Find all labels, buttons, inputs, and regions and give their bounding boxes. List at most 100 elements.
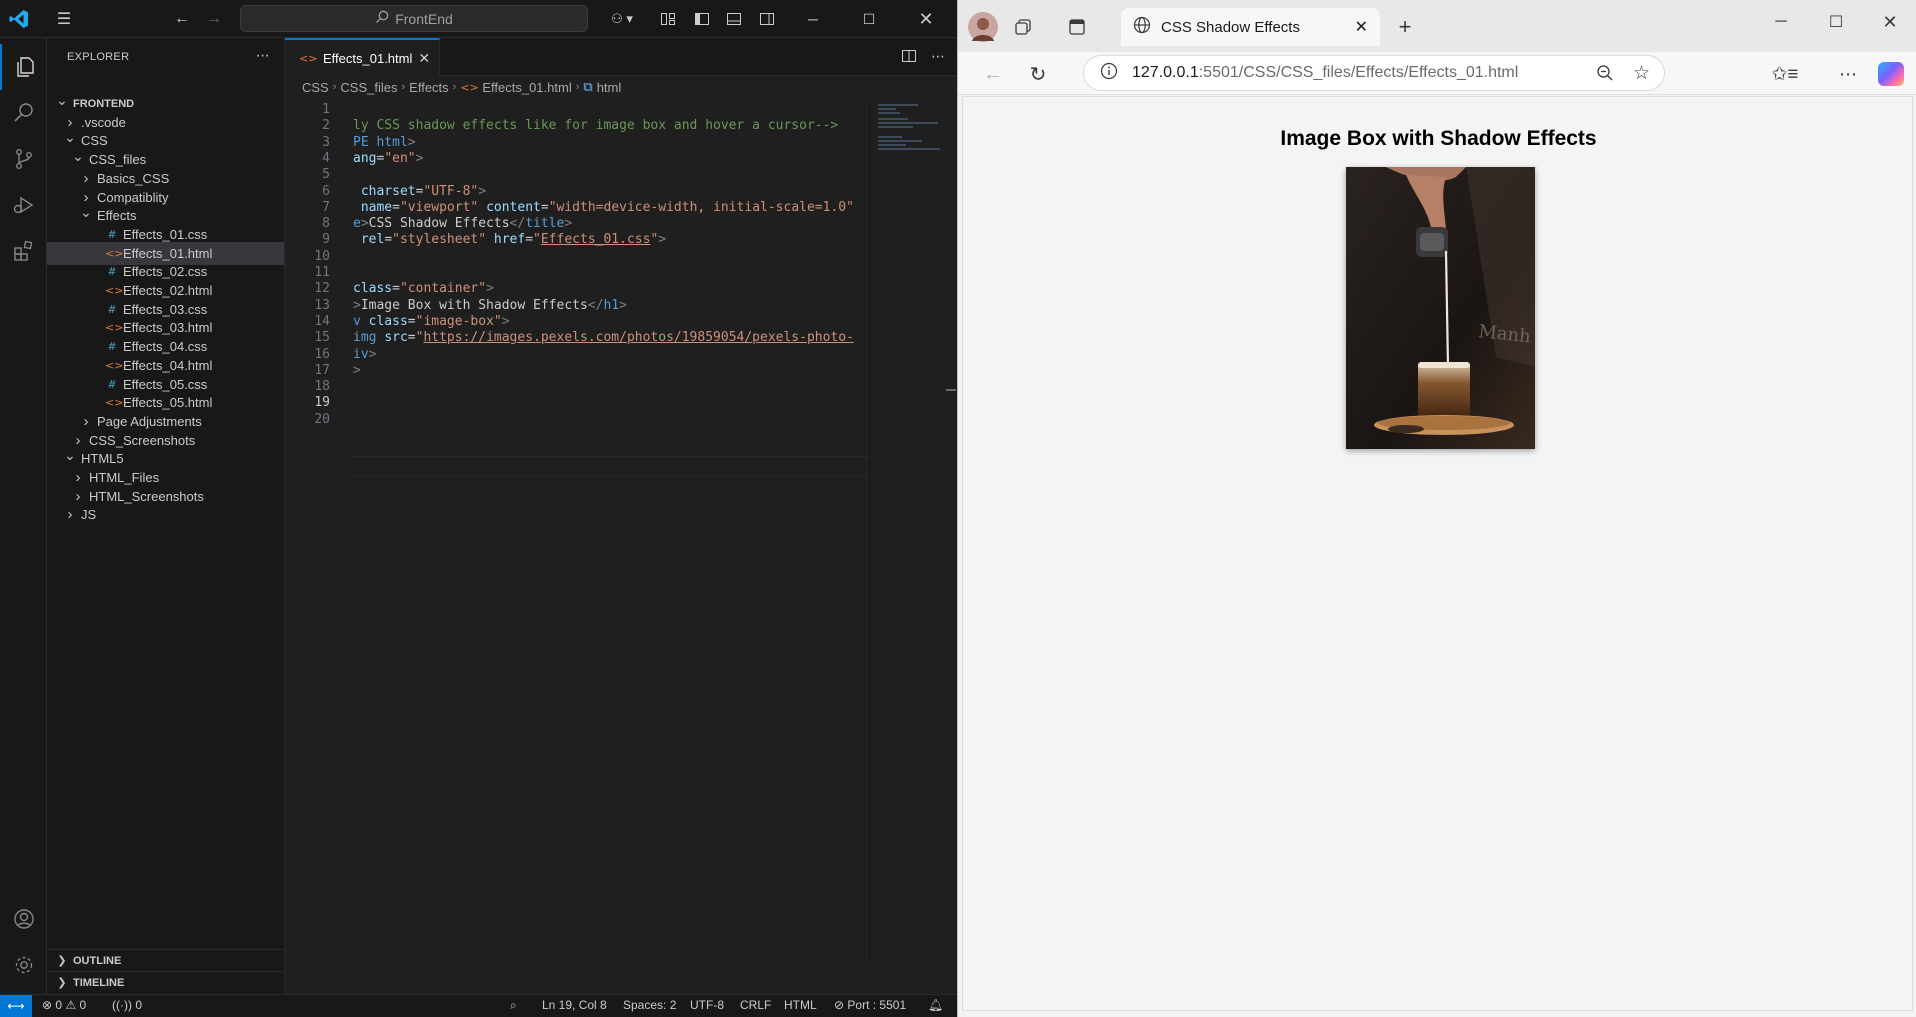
code-line: charset="UTF-8"> — [353, 183, 487, 199]
breadcrumb-item[interactable]: CSS_files — [340, 80, 397, 95]
language-mode[interactable]: HTML — [784, 998, 817, 1012]
css-file-icon: # — [107, 302, 117, 316]
code-line: PE html> — [353, 134, 416, 150]
forward-arrow-icon[interactable]: → — [202, 7, 226, 31]
eol-status[interactable]: CRLF — [740, 998, 771, 1012]
breadcrumb-item[interactable]: Effects — [409, 80, 449, 95]
back-arrow-icon[interactable]: ← — [170, 7, 194, 31]
workspaces-icon[interactable] — [1010, 14, 1036, 40]
menu-icon[interactable]: ☰ — [52, 7, 76, 31]
refresh-icon[interactable]: ↻ — [1025, 61, 1051, 87]
breadcrumb-item[interactable]: Effects_01.html — [482, 80, 571, 95]
minimize-icon[interactable]: ─ — [790, 0, 836, 38]
tab-effects-01-html[interactable]: <> Effects_01.html ✕ — [285, 38, 440, 76]
notifications-bell-icon[interactable]: 🔔︎ — [928, 998, 943, 1012]
chevron-right-icon: › — [83, 188, 89, 206]
line-number: 17 — [314, 362, 330, 378]
toggle-secondary-sidebar-icon[interactable] — [755, 7, 779, 31]
error-icon: ⊗ — [42, 998, 53, 1012]
indentation-status[interactable]: Spaces: 2 — [623, 998, 676, 1012]
toggle-primary-sidebar-icon[interactable] — [690, 7, 714, 31]
breadcrumb-item[interactable]: html — [597, 80, 622, 95]
more-actions-icon[interactable]: ⋯ — [931, 48, 945, 67]
line-number: 9 — [322, 232, 330, 248]
html-file-icon: <> — [105, 321, 124, 335]
copilot-icon[interactable]: ⚇ ▾ — [604, 7, 640, 31]
close-window-icon[interactable]: ✕ — [1875, 10, 1905, 34]
explorer-sidebar: EXPLORER ⋯ ⌄ FRONTEND › .vscode ⌄ CSS ⌄ CSS_fil… — [47, 38, 285, 994]
html-file-icon: <> — [460, 80, 479, 94]
favorites-icon[interactable]: ✩≡ — [1772, 61, 1799, 87]
zoom-out-icon[interactable] — [1596, 64, 1614, 87]
tab-label: Effects_01.html — [323, 50, 413, 66]
run-debug-icon[interactable] — [0, 182, 47, 228]
maximize-icon[interactable]: ☐ — [846, 0, 892, 38]
remote-indicator-icon[interactable]: ⟷ — [0, 995, 32, 1017]
tree-item-label: .vscode — [81, 114, 126, 130]
line-number: 4 — [322, 150, 330, 166]
new-tab-icon[interactable]: + — [1392, 14, 1418, 40]
code-line: ly CSS shadow effects like for image box… — [353, 118, 839, 134]
line-number: 7 — [322, 199, 330, 215]
breadcrumb-item[interactable]: CSS — [302, 80, 329, 95]
line-number: 14 — [314, 313, 330, 329]
favorite-star-icon[interactable]: ☆ — [1633, 62, 1650, 85]
command-center-search[interactable]: FrontEnd — [240, 5, 588, 32]
encoding-status[interactable]: UTF-8 — [690, 998, 724, 1012]
timeline-section[interactable]: ❯ TIMELINE — [47, 971, 284, 993]
address-bar[interactable]: 127.0.0.1:5501/CSS/CSS_files/Effects/Eff… — [1083, 55, 1665, 91]
browser-tab-active[interactable]: CSS Shadow Effects ✕ — [1121, 8, 1380, 46]
close-tab-icon[interactable]: ✕ — [1355, 17, 1368, 37]
explorer-icon[interactable] — [0, 44, 47, 90]
outline-section[interactable]: ❯ OUTLINE — [47, 949, 284, 971]
accounts-icon[interactable] — [0, 896, 47, 942]
profile-avatar[interactable] — [968, 12, 998, 42]
customize-layout-icon[interactable] — [656, 7, 680, 31]
site-info-icon[interactable] — [1100, 62, 1118, 85]
search-icon[interactable] — [0, 90, 47, 136]
close-tab-icon[interactable]: ✕ — [418, 50, 430, 67]
cursor-position[interactable]: Ln 19, Col 8 — [542, 998, 607, 1012]
split-editor-icon[interactable] — [901, 48, 917, 67]
minimap-line — [878, 136, 902, 138]
minimap[interactable] — [869, 100, 957, 960]
copilot-icon[interactable] — [1878, 62, 1904, 86]
vscode-window: ☰ ← → FrontEnd ⚇ ▾ ─ ☐ ✕ EXPLORER ⋯ ⌄ FR… — [0, 0, 957, 1017]
tree-item-label: Effects_04.html — [123, 357, 213, 373]
symbol-element-icon: ⧉ — [583, 79, 593, 94]
source-control-icon[interactable] — [0, 136, 47, 182]
more-actions-icon[interactable]: ⋯ — [256, 47, 270, 64]
extensions-icon[interactable] — [0, 228, 47, 274]
minimize-icon[interactable]: ─ — [1766, 10, 1796, 34]
problems-status[interactable]: ⊗ 0 ⚠ 0 — [42, 998, 86, 1012]
back-arrow-icon[interactable]: ← — [980, 61, 1006, 87]
minimap-line — [878, 126, 913, 128]
chevron-right-icon: › — [75, 469, 81, 486]
tree-item-label: Effects_05.html — [123, 395, 213, 411]
maximize-icon[interactable]: ☐ — [1821, 10, 1851, 34]
browser-navbar: ← ↻ 127.0.0.1:5501/CSS/CSS_files/Effects… — [958, 52, 1916, 95]
code-editor[interactable]: 1 2 ly CSS shadow effects like for image b… — [285, 100, 869, 960]
css-file-icon: # — [107, 340, 117, 354]
minimap-line — [878, 122, 938, 124]
tree-item-label: Effects_03.css — [123, 301, 208, 317]
close-window-icon[interactable]: ✕ — [903, 0, 949, 38]
live-server-status[interactable]: ⊘ Port : 5501 — [834, 998, 906, 1012]
search-icon — [375, 10, 389, 27]
tree-item[interactable]: › JS — [47, 503, 284, 526]
chevron-down-icon: ⌄ — [56, 92, 68, 108]
warning-icon: ⚠ — [65, 998, 77, 1012]
tree-item-label: Effects — [97, 208, 137, 224]
image-box[interactable]: Manh — [1346, 167, 1535, 449]
html-file-icon: <> — [105, 396, 124, 410]
settings-more-icon[interactable]: ⋯ — [1835, 61, 1861, 87]
line-number: 15 — [314, 330, 330, 346]
minimap-line — [878, 104, 918, 106]
line-number: 6 — [322, 183, 330, 199]
chevron-right-icon: › — [575, 81, 580, 93]
zoom-icon[interactable]: ⌕ — [510, 998, 517, 1013]
ports-status[interactable]: ((·)) 0 — [112, 998, 142, 1012]
toggle-panel-icon[interactable] — [722, 7, 746, 31]
manage-gear-icon[interactable] — [0, 942, 47, 988]
vertical-tabs-icon[interactable] — [1064, 14, 1090, 40]
